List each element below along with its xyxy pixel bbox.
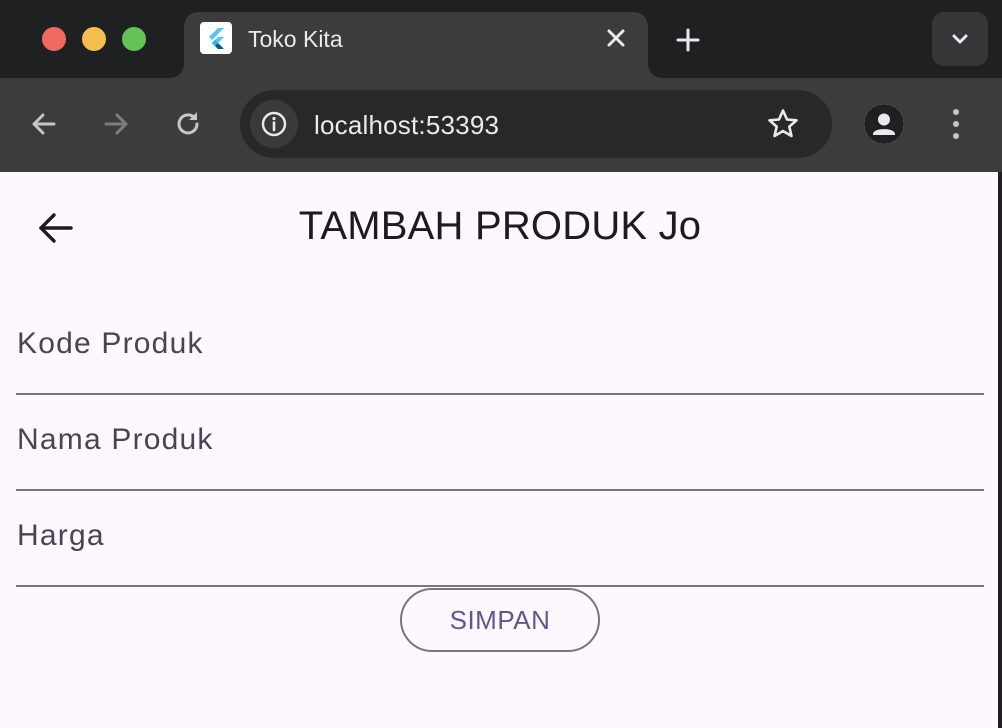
- arrow-right-icon: [104, 113, 128, 135]
- reload-icon: [177, 112, 199, 135]
- maximize-window-button[interactable]: [122, 27, 146, 51]
- flutter-icon: [200, 22, 232, 54]
- more-vert-icon[interactable]: [940, 104, 972, 144]
- kode-produk-label: Kode Produk: [17, 327, 204, 360]
- close-window-button[interactable]: [42, 27, 66, 51]
- site-info-button[interactable]: [250, 100, 298, 148]
- harga-label: Harga: [17, 519, 105, 552]
- tab-search-button[interactable]: [932, 12, 988, 66]
- chevron-down-icon: [952, 34, 968, 44]
- tab-strip: Toko Kita: [0, 0, 1002, 78]
- profile-button[interactable]: [864, 104, 904, 144]
- window-edge: [998, 172, 1002, 728]
- person-icon: [864, 104, 904, 144]
- nama-produk-field[interactable]: Nama Produk: [16, 395, 984, 491]
- forward-button[interactable]: [98, 106, 134, 142]
- page-title: TAMBAH PRODUK Jo: [298, 204, 702, 248]
- star-icon[interactable]: [766, 107, 800, 141]
- reload-button[interactable]: [170, 106, 206, 142]
- kode-produk-field[interactable]: Kode Produk: [16, 299, 984, 395]
- tab-title: Toko Kita: [248, 26, 343, 52]
- back-button[interactable]: [26, 106, 62, 142]
- page-content: TAMBAH PRODUK Jo Kode Produk Nama Produk…: [0, 172, 1002, 728]
- minimize-window-button[interactable]: [82, 27, 106, 51]
- harga-field[interactable]: Harga: [16, 491, 984, 587]
- browser-toolbar: localhost:53393: [0, 78, 1002, 172]
- arrow-left-icon: [32, 113, 56, 135]
- address-bar[interactable]: localhost:53393: [240, 90, 832, 158]
- nama-produk-label: Nama Produk: [17, 423, 214, 456]
- browser-window: Toko Kita localhost:53393 TAMBAH PRODUK …: [0, 0, 1002, 728]
- simpan-button[interactable]: SIMPAN: [400, 588, 600, 652]
- url-text[interactable]: localhost:53393: [314, 110, 499, 141]
- info-icon: [261, 111, 287, 137]
- close-icon[interactable]: [602, 24, 630, 52]
- plus-icon[interactable]: [672, 24, 704, 56]
- field-underline: [16, 585, 984, 587]
- browser-tab[interactable]: Toko Kita: [184, 12, 648, 78]
